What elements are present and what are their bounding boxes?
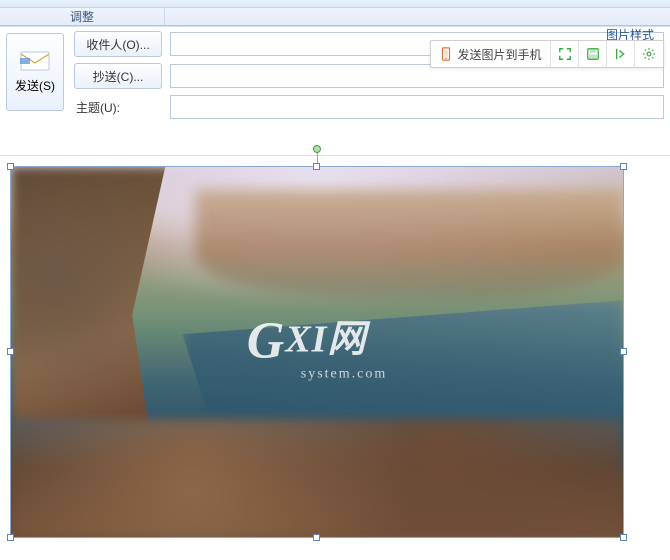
send-button[interactable]: 发送(S) — [6, 33, 64, 111]
share-icon — [614, 47, 628, 61]
resize-handle-se[interactable] — [620, 534, 627, 541]
resize-handle-nw[interactable] — [7, 163, 14, 170]
settings-button[interactable] — [635, 41, 663, 67]
ribbon-top-strip — [0, 0, 670, 8]
hills-layer — [195, 189, 623, 300]
fullscreen-icon — [558, 47, 572, 61]
send-to-phone-label: 发送图片到手机 — [457, 46, 541, 63]
cc-button[interactable]: 抄送(C)... — [74, 63, 162, 89]
send-button-label: 发送(S) — [15, 77, 55, 94]
subject-label: 主题(U): — [74, 99, 162, 116]
image-selection[interactable]: GXI网 system.com — [10, 166, 624, 538]
resize-handle-e[interactable] — [620, 348, 627, 355]
rock-bottom-layer — [11, 419, 623, 537]
save-icon — [586, 47, 600, 61]
subject-row: 主题(U): — [74, 95, 664, 119]
phone-send-icon — [439, 47, 453, 61]
gear-icon — [642, 47, 656, 61]
share-button[interactable] — [607, 41, 635, 67]
adjust-group-label: 调整 — [0, 8, 165, 25]
resize-handle-sw[interactable] — [7, 534, 14, 541]
envelope-icon — [20, 51, 50, 71]
resize-handle-s[interactable] — [313, 534, 320, 541]
resize-handle-ne[interactable] — [620, 163, 627, 170]
fullscreen-button[interactable] — [551, 41, 579, 67]
message-body[interactable]: GXI网 system.com — [0, 156, 670, 554]
inserted-image[interactable]: GXI网 system.com — [11, 167, 623, 537]
resize-handle-w[interactable] — [7, 348, 14, 355]
image-action-toolbar: 发送图片到手机 — [430, 40, 664, 68]
rotate-handle[interactable] — [313, 145, 321, 153]
to-button[interactable]: 收件人(O)... — [74, 31, 162, 57]
save-button[interactable] — [579, 41, 607, 67]
ribbon-group-labels: 调整 — [0, 8, 670, 26]
resize-handle-n[interactable] — [313, 163, 320, 170]
send-to-phone-button[interactable]: 发送图片到手机 — [431, 41, 551, 67]
subject-input[interactable] — [170, 95, 664, 119]
